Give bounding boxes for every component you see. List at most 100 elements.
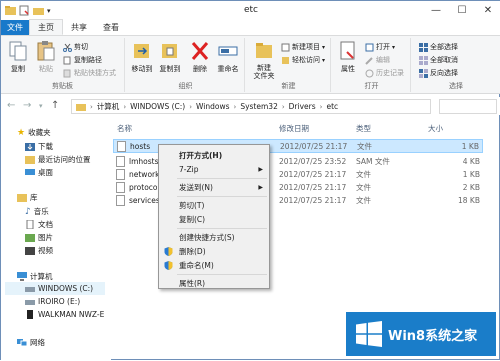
paste-button[interactable]: 粘贴: [33, 40, 59, 74]
delete-button[interactable]: 删除: [187, 40, 213, 74]
breadcrumb-drive-c[interactable]: WINDOWS (C:): [130, 102, 185, 111]
breadcrumb-computer[interactable]: 计算机: [97, 101, 120, 112]
easy-access-label: 轻松访问: [292, 56, 320, 64]
nav-drive-walkman[interactable]: WALKMAN NWZ-E: [25, 310, 104, 319]
column-type-header[interactable]: 类型: [356, 123, 371, 134]
delete-icon: [191, 42, 209, 60]
rename-button[interactable]: 重命名: [215, 40, 241, 74]
cut-button[interactable]: 剪切: [63, 42, 88, 52]
up-icon[interactable]: ↑: [51, 100, 59, 111]
new-item-label: 新建项目: [292, 43, 320, 51]
menu-item-rename[interactable]: 重命名(M): [159, 258, 269, 272]
history-button[interactable]: 历史记录: [365, 68, 404, 78]
select-none-button[interactable]: 全部取消: [419, 55, 458, 65]
new-item-button[interactable]: 新建项目 ▾: [281, 42, 325, 52]
paste-shortcut-label: 粘贴快捷方式: [74, 69, 116, 77]
column-size-header[interactable]: 大小: [428, 123, 443, 134]
move-to-icon: [134, 44, 149, 58]
breadcrumb-separator-icon: ›: [319, 102, 323, 111]
music-icon: ♪: [25, 206, 31, 217]
breadcrumb-windows[interactable]: Windows: [196, 102, 229, 111]
file-date: 2012/07/25 21:17: [280, 141, 348, 151]
nav-recent[interactable]: 最近访问的位置: [25, 154, 91, 165]
file-icon: [116, 181, 125, 193]
open-button[interactable]: 打开 ▾: [365, 42, 395, 52]
clipboard-group: 复制 粘贴 剪切 复制路径 粘贴快捷方式 剪贴板: [1, 38, 125, 92]
pictures-icon: [25, 234, 35, 242]
invert-selection-button[interactable]: 反向选择: [419, 68, 458, 78]
tab-home[interactable]: 主页: [29, 19, 63, 35]
edit-button[interactable]: 编辑: [365, 55, 390, 65]
column-name-header[interactable]: 名称: [117, 123, 132, 134]
new-folder-button[interactable]: 新建 文件夹: [249, 40, 279, 80]
edit-label: 编辑: [376, 56, 390, 64]
paste-icon: [37, 41, 55, 61]
nav-music[interactable]: ♪ 音乐: [25, 206, 49, 217]
copy-button[interactable]: 复制: [5, 40, 31, 74]
tab-view[interactable]: 查看: [95, 20, 127, 35]
file-size: 18 KB: [458, 195, 480, 205]
breadcrumb-drivers[interactable]: Drivers: [289, 102, 316, 111]
breadcrumb-separator-icon: ›: [189, 102, 193, 111]
menu-item-properties[interactable]: 属性(R): [159, 276, 269, 290]
nav-favorites[interactable]: ★ 收藏夹: [17, 127, 51, 138]
paste-shortcut-button[interactable]: 粘贴快捷方式: [63, 68, 116, 78]
menu-item-label: 删除(D): [179, 246, 206, 256]
nav-drive-c-label: WINDOWS (C:): [38, 284, 94, 293]
menu-item-send-to[interactable]: 发送到(N) ▶: [159, 180, 269, 194]
forward-icon[interactable]: →: [23, 100, 31, 111]
breadcrumb-etc[interactable]: etc: [326, 102, 338, 111]
maximize-icon[interactable]: ☐: [449, 1, 475, 19]
uac-shield-icon: [164, 260, 173, 270]
computer-icon: [17, 272, 27, 281]
menu-item-delete[interactable]: 删除(D): [159, 244, 269, 258]
nav-network[interactable]: 网络: [17, 337, 45, 348]
nav-favorites-label: 收藏夹: [28, 128, 51, 137]
menu-item-copy[interactable]: 复制(C): [159, 212, 269, 226]
easy-access-button[interactable]: 轻松访问 ▾: [281, 55, 325, 65]
properties-button[interactable]: 属性: [335, 40, 361, 74]
menu-item-label: 复制(C): [179, 214, 206, 224]
menu-item-cut[interactable]: 剪切(T): [159, 198, 269, 212]
file-type: SAM 文件: [356, 156, 390, 166]
open-dropdown-icon: ▾: [392, 43, 396, 51]
address-bar-row: ← → ▾ ↑ › 计算机 › WINDOWS (C:) › Windows ›…: [1, 97, 500, 115]
tab-file[interactable]: 文件: [1, 20, 29, 35]
copy-path-button[interactable]: 复制路径: [63, 55, 102, 65]
file-date: 2012/07/25 21:17: [279, 195, 347, 205]
drive-icon: [25, 300, 35, 305]
submenu-arrow-icon: ▶: [258, 183, 263, 191]
nav-downloads[interactable]: 下载: [25, 141, 53, 152]
column-date-header[interactable]: 修改日期: [279, 123, 309, 134]
nav-documents[interactable]: 文档: [25, 219, 53, 230]
copy-to-button[interactable]: 复制到: [157, 40, 183, 74]
nav-libraries[interactable]: 库: [17, 192, 38, 203]
nav-computer[interactable]: 计算机: [17, 271, 53, 282]
menu-item-create-shortcut[interactable]: 创建快捷方式(S): [159, 230, 269, 244]
nav-documents-label: 文档: [38, 220, 53, 229]
select-all-button[interactable]: 全部选择: [419, 42, 458, 52]
minimize-icon[interactable]: —: [423, 1, 449, 19]
nav-drive-c[interactable]: WINDOWS (C:): [5, 282, 105, 295]
menu-item-open-with[interactable]: 打开方式(H): [159, 148, 269, 162]
nav-desktop[interactable]: 桌面: [25, 167, 53, 178]
organize-group-label: 组织: [178, 82, 193, 90]
file-type: 文件: [356, 169, 371, 179]
nav-pictures[interactable]: 图片: [25, 232, 53, 243]
close-icon[interactable]: ✕: [475, 1, 500, 19]
recent-locations-icon[interactable]: ▾: [39, 102, 43, 110]
file-icon: [116, 194, 125, 206]
window-controls: — ☐ ✕: [423, 1, 500, 19]
file-name: hosts: [130, 141, 151, 151]
menu-item-7zip[interactable]: 7-Zip ▶: [159, 162, 269, 176]
file-date: 2012/07/25 21:17: [279, 182, 347, 192]
nav-drive-e[interactable]: IROIRO (E:): [25, 297, 80, 306]
move-to-button[interactable]: 移动到: [129, 40, 155, 74]
tab-share[interactable]: 共享: [63, 20, 95, 35]
breadcrumb-system32[interactable]: System32: [240, 102, 278, 111]
nav-videos[interactable]: 视频: [25, 245, 53, 256]
address-box[interactable]: › 计算机 › WINDOWS (C:) › Windows › System3…: [71, 99, 431, 114]
nav-drive-walkman-label: WALKMAN NWZ-E: [38, 310, 105, 319]
back-icon[interactable]: ←: [7, 100, 15, 111]
search-input[interactable]: [439, 99, 497, 114]
